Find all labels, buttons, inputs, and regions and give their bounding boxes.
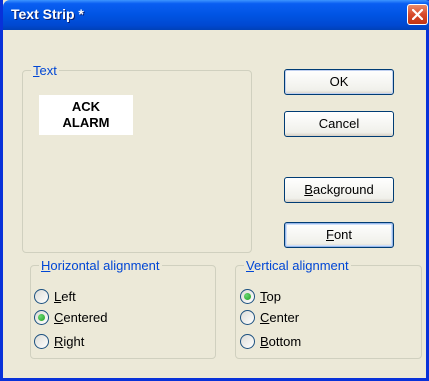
radio-left-label: Left	[54, 288, 76, 304]
vertical-alignment-legend: Vertical alignment	[244, 258, 351, 273]
radio-right-circle[interactable]	[34, 333, 49, 349]
radio-left-circle[interactable]	[34, 288, 49, 304]
preview-line-2: ALARM	[62, 115, 110, 130]
radio-left[interactable]: Left	[34, 287, 76, 305]
background-button[interactable]: Background	[284, 177, 394, 203]
radio-bottom[interactable]: Bottom	[240, 332, 301, 350]
radio-top-circle[interactable]	[240, 288, 255, 304]
radio-centered[interactable]: Centered	[34, 308, 107, 326]
radio-centered-circle[interactable]	[34, 309, 49, 325]
radio-bottom-circle[interactable]	[240, 333, 255, 349]
radio-top-label: Top	[260, 288, 281, 304]
text-strip-dialog: Text Strip * Text ACK ALARM OK Cancel Ba…	[0, 0, 429, 381]
radio-bottom-label: Bottom	[260, 333, 302, 349]
radio-center[interactable]: Center	[240, 308, 299, 326]
radio-center-label: Center	[260, 309, 300, 325]
radio-centered-label: Centered	[54, 309, 108, 325]
radio-right-label: Right	[54, 333, 85, 349]
radio-right[interactable]: Right	[34, 332, 84, 350]
window-title: Text Strip *	[11, 6, 84, 22]
radio-center-circle[interactable]	[240, 309, 255, 325]
font-button[interactable]: Font	[284, 222, 394, 248]
text-preview: ACK ALARM	[39, 95, 133, 135]
radio-top[interactable]: Top	[240, 287, 281, 305]
close-button[interactable]	[407, 4, 428, 25]
title-bar[interactable]: Text Strip *	[3, 0, 429, 30]
horizontal-alignment-legend: Horizontal alignment	[39, 258, 162, 273]
text-group-legend: Text	[31, 63, 59, 78]
preview-line-1: ACK	[71, 99, 101, 114]
ok-button[interactable]: OK	[284, 69, 394, 95]
cancel-button[interactable]: Cancel	[284, 111, 394, 137]
close-icon	[412, 9, 423, 20]
